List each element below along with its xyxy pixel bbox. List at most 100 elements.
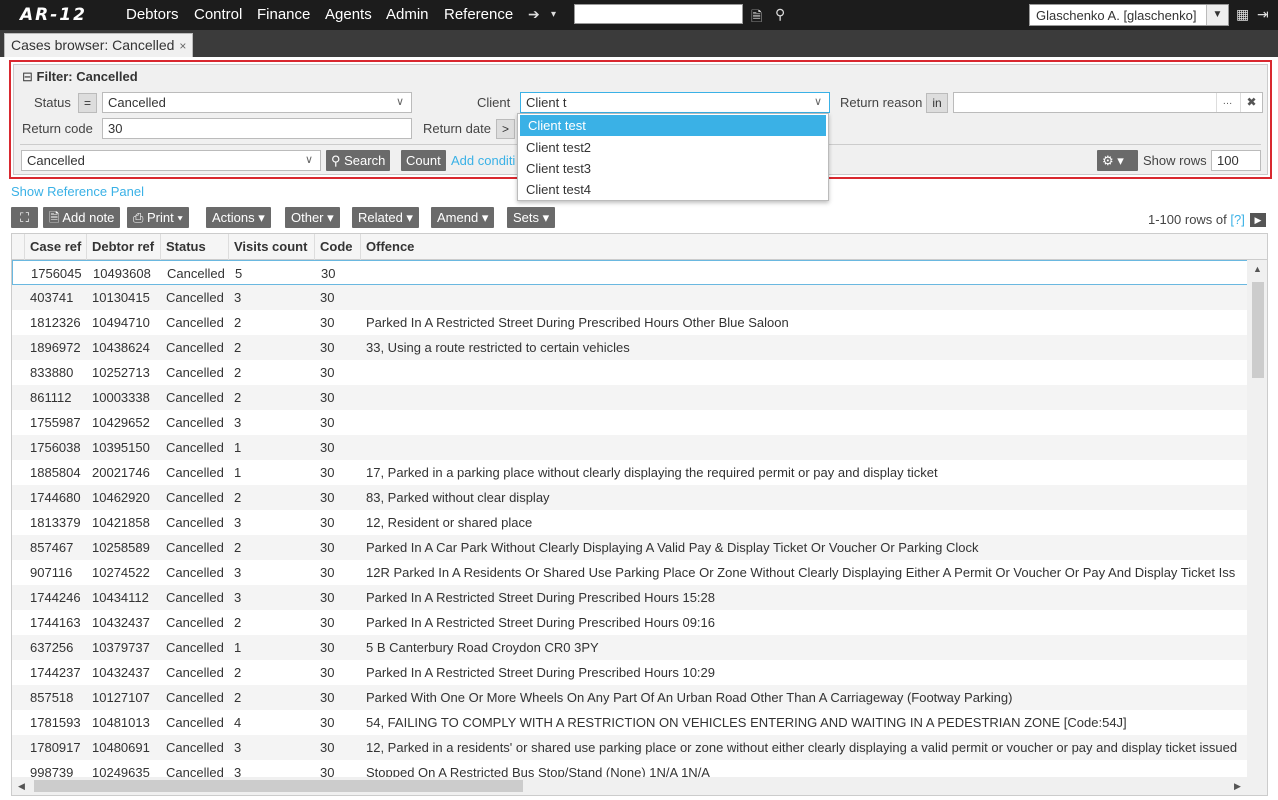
- table-row[interactable]: 174416310432437Cancelled230Parked In A R…: [12, 610, 1248, 635]
- clear-icon[interactable]: ✖: [1240, 93, 1262, 112]
- scroll-up-icon[interactable]: ▲: [1253, 264, 1262, 274]
- client-lookup-input[interactable]: Client t∨: [520, 92, 830, 113]
- expand-icon[interactable]: ⛶: [11, 207, 38, 228]
- add-condition-link[interactable]: Add conditi: [451, 153, 515, 168]
- table-row[interactable]: 174424610434112Cancelled330Parked In A R…: [12, 585, 1248, 610]
- status-select[interactable]: Cancelled∨: [102, 92, 412, 113]
- table-row[interactable]: 175604510493608Cancelled530: [12, 260, 1248, 285]
- cell-case-ref: 637256: [25, 635, 87, 660]
- chevron-down-icon[interactable]: ▼: [1206, 5, 1228, 25]
- return-date-operator[interactable]: >: [496, 119, 515, 139]
- cell-visits-count: 3: [229, 585, 315, 610]
- menu-control[interactable]: Control: [194, 6, 242, 23]
- search-icon[interactable]: ⚲: [775, 6, 785, 23]
- table-row[interactable]: 85746710258589Cancelled230Parked In A Ca…: [12, 535, 1248, 560]
- table-row[interactable]: 90711610274522Cancelled33012R Parked In …: [12, 560, 1248, 585]
- client-option[interactable]: Client test2: [518, 137, 828, 158]
- horizontal-scrollbar[interactable]: ◀ ▶: [12, 777, 1268, 795]
- settings-button[interactable]: ⚙ ▾: [1097, 150, 1138, 171]
- logout-icon[interactable]: ⇥: [1257, 6, 1269, 23]
- table-row[interactable]: 188580420021746Cancelled13017, Parked in…: [12, 460, 1248, 485]
- global-search-input[interactable]: [574, 4, 743, 24]
- status-operator[interactable]: =: [78, 93, 97, 113]
- header-status[interactable]: Status: [161, 234, 229, 260]
- table-row[interactable]: 40374110130415Cancelled330: [12, 285, 1248, 310]
- cell-offence: 54, FAILING TO COMPLY WITH A RESTRICTION…: [361, 710, 1248, 735]
- header-row-marker: [12, 234, 25, 260]
- document-icon[interactable]: 🗎: [751, 6, 762, 30]
- chevron-down-icon[interactable]: ∨: [807, 93, 829, 112]
- header-code[interactable]: Code: [315, 234, 361, 260]
- table-row[interactable]: 83388010252713Cancelled230: [12, 360, 1248, 385]
- table-row[interactable]: 178159310481013Cancelled43054, FAILING T…: [12, 710, 1248, 735]
- chevron-down-icon[interactable]: ∨: [389, 93, 411, 112]
- table-row[interactable]: 181232610494710Cancelled230Parked In A R…: [12, 310, 1248, 335]
- return-reason-operator[interactable]: in: [926, 93, 948, 113]
- search-button[interactable]: ⚲ Search: [326, 150, 390, 171]
- table-row[interactable]: 175598710429652Cancelled330: [12, 410, 1248, 435]
- return-code-input[interactable]: 30: [102, 118, 412, 139]
- table-row[interactable]: 178091710480691Cancelled33012, Parked in…: [12, 735, 1248, 760]
- cell-case-ref: 1744237: [25, 660, 87, 685]
- show-reference-panel-link[interactable]: Show Reference Panel: [11, 184, 144, 199]
- table-row[interactable]: 189697210438624Cancelled23033, Using a r…: [12, 335, 1248, 360]
- cell-case-ref: 833880: [25, 360, 87, 385]
- cell-offence: 12R Parked In A Residents Or Shared Use …: [361, 560, 1248, 585]
- scroll-right-icon[interactable]: ▶: [1234, 781, 1241, 792]
- saved-filter-select[interactable]: Cancelled∨: [21, 150, 321, 171]
- table-row[interactable]: 85751810127107Cancelled230Parked With On…: [12, 685, 1248, 710]
- sets-button[interactable]: Sets ▾: [507, 207, 555, 228]
- client-option[interactable]: Client test: [520, 115, 826, 136]
- horizontal-scroll-thumb[interactable]: [34, 780, 523, 792]
- cell-visits-count: 2: [229, 335, 315, 360]
- filter-title[interactable]: ⊟ Filter: Cancelled: [22, 69, 138, 85]
- close-icon[interactable]: ×: [179, 39, 186, 53]
- back-arrow-icon[interactable]: ➔: [528, 6, 540, 23]
- menu-admin[interactable]: Admin: [386, 6, 429, 23]
- next-page-icon[interactable]: ▶: [1250, 213, 1266, 227]
- table-row[interactable]: 174468010462920Cancelled23083, Parked wi…: [12, 485, 1248, 510]
- vertical-scroll-thumb[interactable]: [1252, 282, 1264, 378]
- chevron-down-icon[interactable]: ∨: [298, 151, 320, 170]
- history-chevron-down-icon[interactable]: ▾: [551, 9, 556, 20]
- rows-help-link[interactable]: [?]: [1230, 212, 1244, 227]
- client-option[interactable]: Client test4: [518, 179, 828, 200]
- menu-debtors[interactable]: Debtors: [126, 6, 179, 23]
- show-rows-input[interactable]: 100: [1211, 150, 1261, 171]
- add-note-button[interactable]: 🗎 Add note: [43, 207, 120, 228]
- tab-cases-browser[interactable]: Cases browser: Cancelled×: [4, 33, 193, 57]
- cell-status: Cancelled: [161, 635, 229, 660]
- scroll-left-icon[interactable]: ◀: [18, 781, 25, 792]
- cell-debtor-ref: 20021746: [87, 460, 161, 485]
- return-reason-input[interactable]: … ✖: [953, 92, 1263, 113]
- table-row[interactable]: 175603810395150Cancelled130: [12, 435, 1248, 460]
- header-debtor-ref[interactable]: Debtor ref: [87, 234, 161, 260]
- print-button[interactable]: ⎙ Print ▾: [127, 207, 189, 228]
- header-offence[interactable]: Offence: [361, 234, 1248, 260]
- header-visits-count[interactable]: Visits count: [229, 234, 315, 260]
- grid-icon[interactable]: ▦: [1236, 6, 1249, 23]
- table-row[interactable]: 174423710432437Cancelled230Parked In A R…: [12, 660, 1248, 685]
- cell-code: 30: [315, 735, 361, 760]
- menu-agents[interactable]: Agents: [325, 6, 372, 23]
- table-row[interactable]: 86111210003338Cancelled230: [12, 385, 1248, 410]
- menu-reference[interactable]: Reference: [444, 6, 513, 23]
- related-button[interactable]: Related ▾: [352, 207, 419, 228]
- table-row[interactable]: 181337910421858Cancelled33012, Resident …: [12, 510, 1248, 535]
- header-case-ref[interactable]: Case ref: [25, 234, 87, 260]
- amend-button[interactable]: Amend ▾: [431, 207, 494, 228]
- count-button[interactable]: Count: [401, 150, 446, 171]
- vertical-scrollbar[interactable]: ▲: [1247, 260, 1267, 779]
- menu-finance[interactable]: Finance: [257, 6, 310, 23]
- cell-status: Cancelled: [162, 261, 230, 286]
- user-select[interactable]: Glaschenko A. [glaschenko]▼: [1029, 4, 1229, 26]
- collapse-icon[interactable]: ⊟: [22, 69, 37, 84]
- client-option[interactable]: Client test3: [518, 158, 828, 179]
- other-button[interactable]: Other ▾: [285, 207, 340, 228]
- table-row[interactable]: 63725610379737Cancelled1305 B Canterbury…: [12, 635, 1248, 660]
- ellipsis-icon[interactable]: …: [1216, 93, 1238, 112]
- actions-button[interactable]: Actions ▾: [206, 207, 271, 228]
- cell-offence: [361, 435, 1248, 460]
- cell-offence: [361, 360, 1248, 385]
- cell-visits-count: 1: [229, 460, 315, 485]
